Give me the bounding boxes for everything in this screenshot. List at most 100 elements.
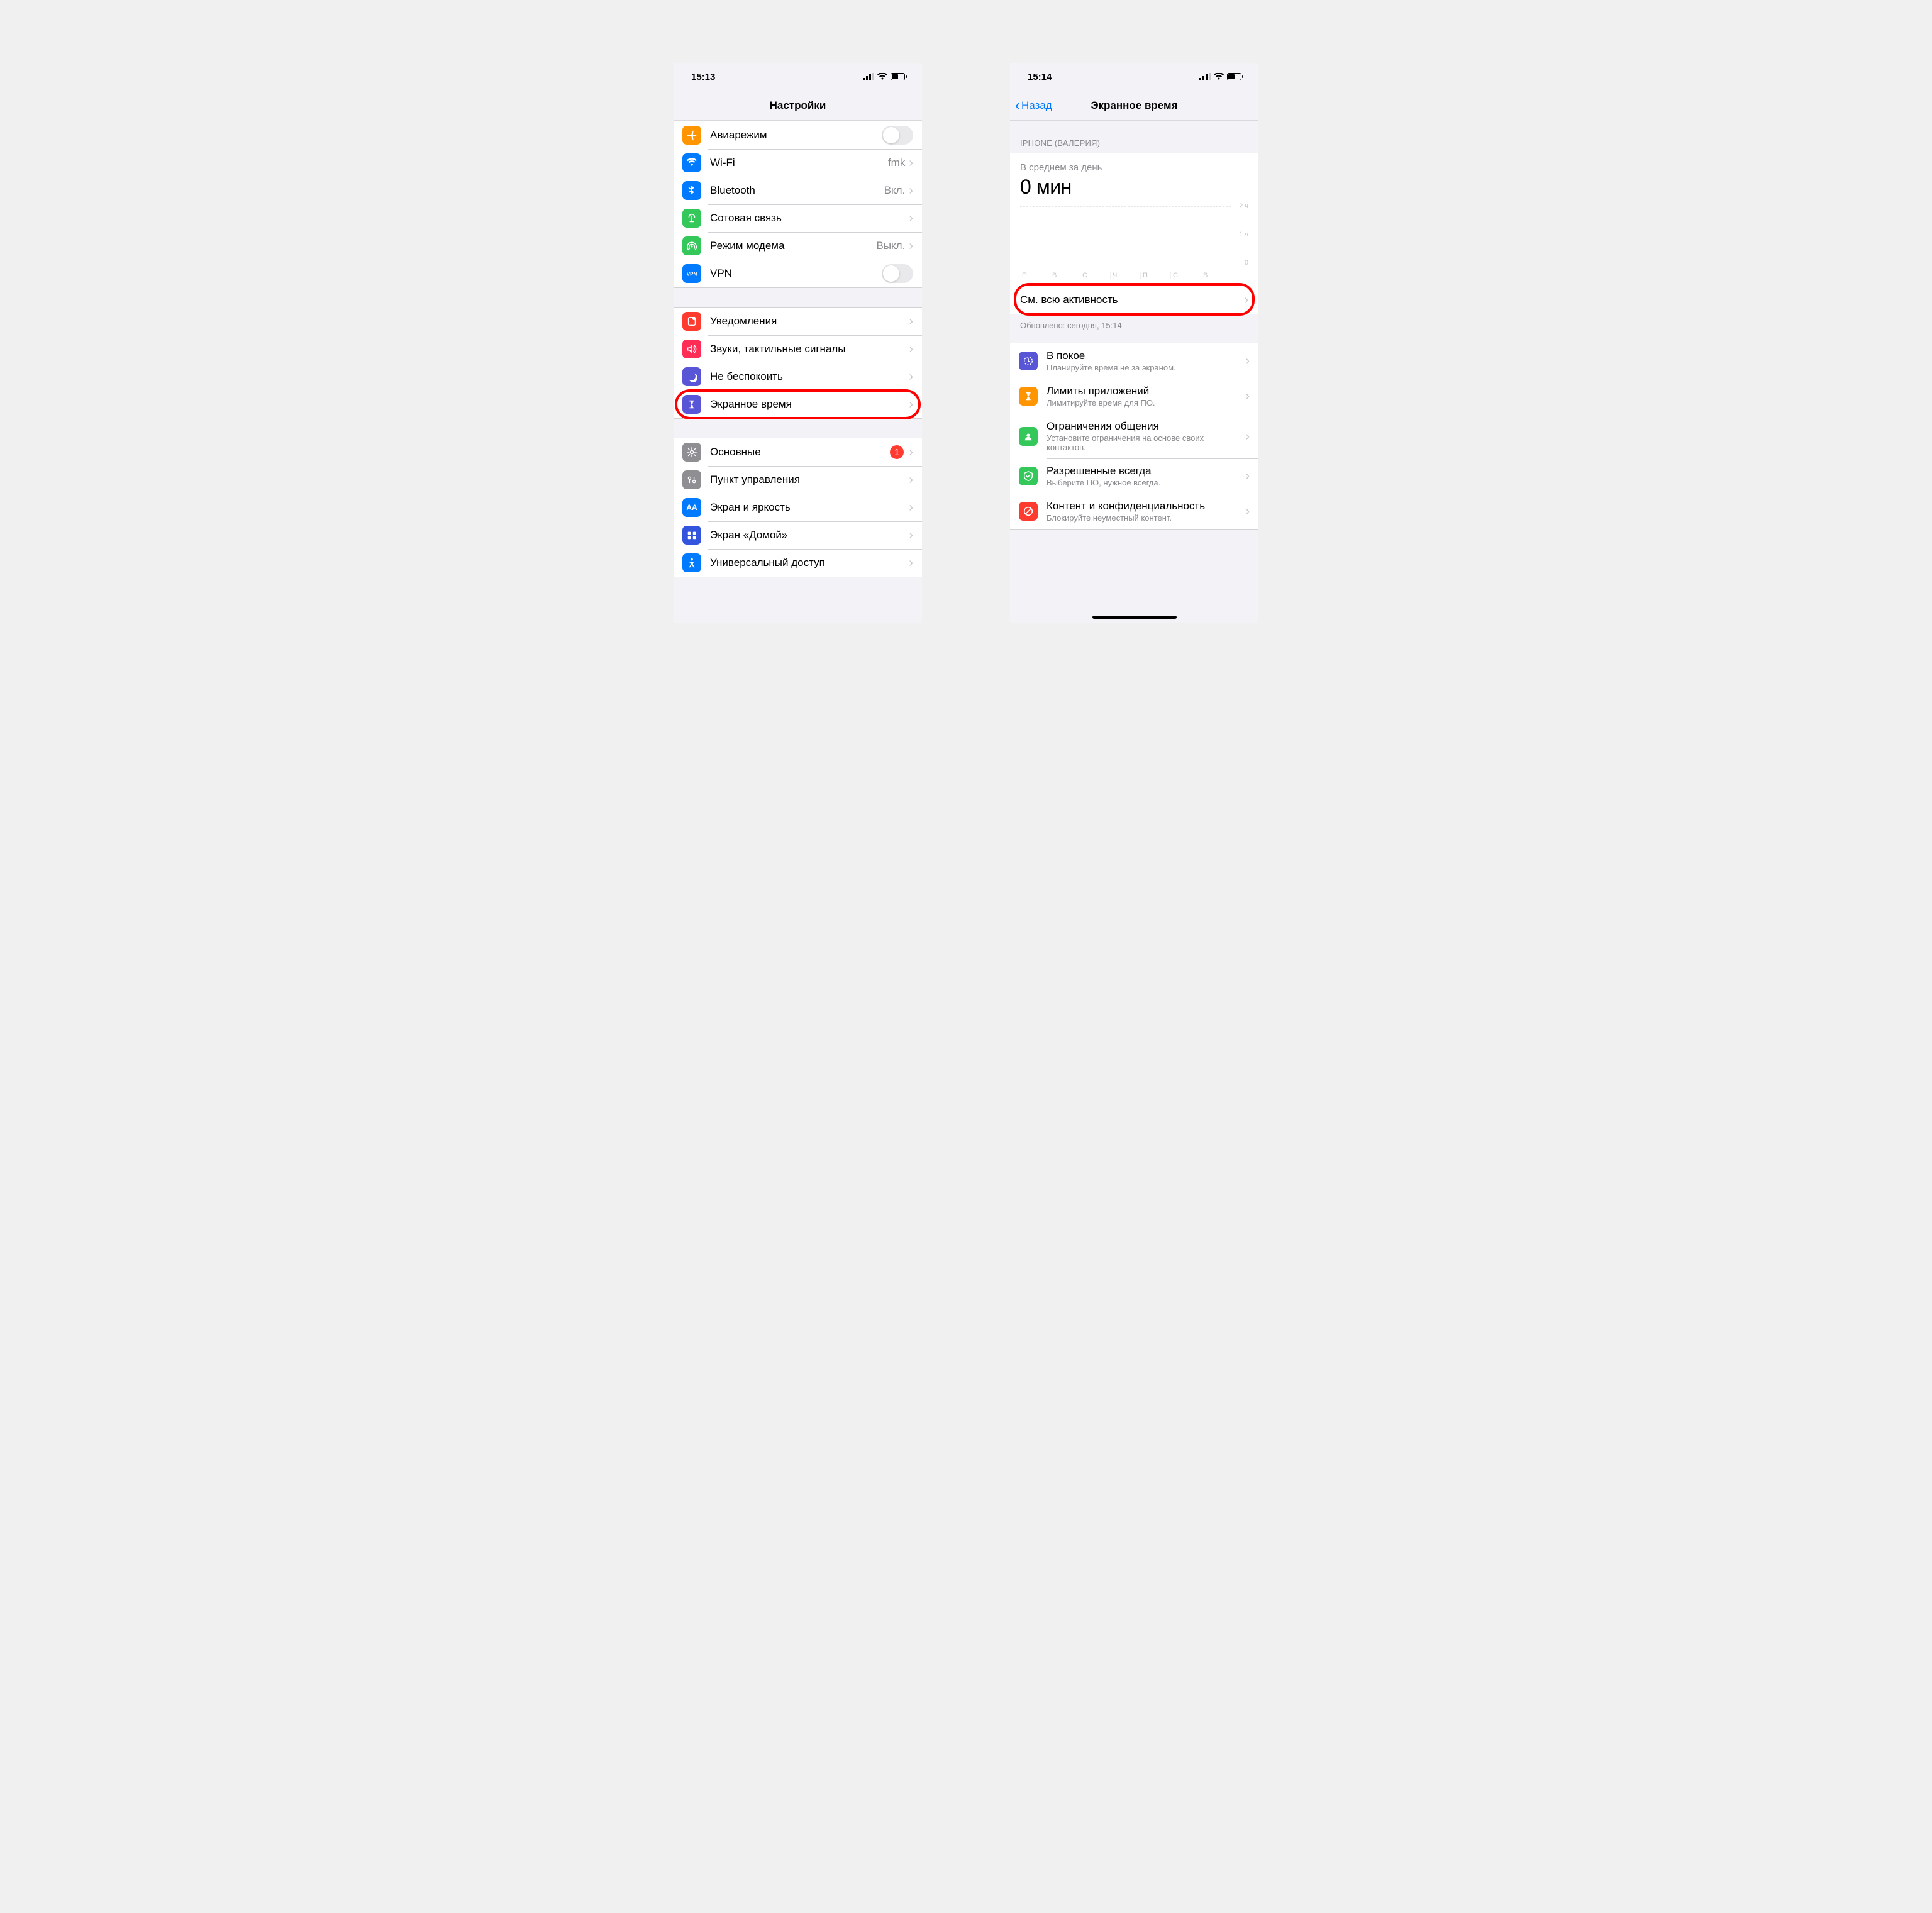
chevron-right-icon: › (909, 240, 913, 252)
option-subtitle: Лимитируйте время для ПО. (1046, 398, 1240, 408)
home-indicator (1092, 616, 1177, 619)
screentime-screen: 15:14 ‹ Назад Экранное время IPHONE (ВАЛ… (1010, 63, 1258, 623)
allowed-icon (1019, 467, 1038, 485)
accessibility-icon (682, 553, 701, 572)
option-subtitle: Установите ограничения на основе своих к… (1046, 433, 1240, 452)
screentime-icon (682, 395, 701, 414)
row-label: Экранное время (710, 398, 909, 411)
settings-group: Уведомления›Звуки, тактильные сигналы›Не… (674, 307, 922, 419)
settings-row-vpn[interactable]: VPNVPN (674, 260, 922, 287)
option-text: Лимиты приложенийЛимитируйте время для П… (1046, 385, 1245, 408)
bluetooth-icon (682, 181, 701, 200)
nav-bar: ‹ Назад Экранное время (1010, 91, 1258, 121)
battery-icon (891, 73, 907, 80)
option-text: Ограничения общенияУстановите ограничени… (1046, 420, 1245, 452)
wifi-icon (682, 153, 701, 172)
ytick: 1 ч (1239, 231, 1248, 238)
downtime-icon (1019, 352, 1038, 370)
option-row-commlimits[interactable]: Ограничения общенияУстановите ограничени… (1010, 414, 1258, 458)
cellular-signal-icon (1199, 73, 1211, 80)
wifi-icon (1214, 73, 1224, 80)
applimits-icon (1019, 387, 1038, 406)
back-button[interactable]: ‹ Назад (1015, 98, 1052, 113)
cellular-signal-icon (863, 73, 874, 80)
nav-title: Экранное время (1091, 99, 1177, 112)
row-label: Уведомления (710, 315, 909, 328)
average-label: В среднем за день (1020, 162, 1248, 173)
settings-row-notifications[interactable]: Уведомления› (674, 308, 922, 335)
settings-row-control[interactable]: Пункт управления› (674, 466, 922, 494)
settings-row-display[interactable]: AAЭкран и яркость› (674, 494, 922, 521)
control-icon (682, 470, 701, 489)
chevron-right-icon: › (909, 529, 913, 541)
option-title: В покое (1046, 350, 1240, 362)
settings-row-dnd[interactable]: Не беспокоить› (674, 363, 922, 391)
settings-row-sounds[interactable]: Звуки, тактильные сигналы› (674, 335, 922, 363)
settings-row-airplane[interactable]: Авиарежим (674, 121, 922, 149)
settings-row-screentime[interactable]: Экранное время› (674, 391, 922, 418)
settings-group: АвиарежимWi-Fifmk›BluetoothВкл.›Сотовая … (674, 121, 922, 288)
row-label: Основные (710, 446, 890, 458)
row-label: Сотовая связь (710, 212, 909, 225)
sounds-icon (682, 340, 701, 358)
day-label: С (1080, 272, 1110, 279)
updated-label: Обновлено: сегодня, 15:14 (1010, 314, 1258, 343)
settings-row-general[interactable]: Основные1› (674, 438, 922, 466)
display-icon: AA (682, 498, 701, 517)
row-label: Звуки, тактильные сигналы (710, 343, 909, 355)
option-text: Разрешенные всегдаВыберите ПО, нужное вс… (1046, 465, 1245, 487)
option-text: В покоеПланируйте время не за экраном. (1046, 350, 1245, 372)
status-bar: 15:14 (1010, 63, 1258, 91)
option-row-allowed[interactable]: Разрешенные всегдаВыберите ПО, нужное вс… (1010, 458, 1258, 494)
chevron-right-icon: › (909, 501, 913, 514)
commlimits-icon (1019, 427, 1038, 446)
see-all-activity-label: См. всю активность (1020, 294, 1118, 306)
row-value: Вкл. (884, 184, 906, 197)
day-label: Ч (1110, 272, 1140, 279)
chevron-right-icon: › (1245, 355, 1250, 367)
vpn-icon: VPN (682, 264, 701, 283)
option-text: Контент и конфиденциальностьБлокируйте н… (1046, 500, 1245, 523)
chevron-right-icon: › (909, 315, 913, 328)
option-subtitle: Блокируйте неуместный контент. (1046, 513, 1240, 523)
chevron-right-icon: › (909, 157, 913, 169)
option-row-downtime[interactable]: В покоеПланируйте время не за экраном.› (1010, 343, 1258, 379)
settings-row-hotspot[interactable]: Режим модемаВыкл.› (674, 232, 922, 260)
nav-bar: Настройки (674, 91, 922, 121)
option-row-applimits[interactable]: Лимиты приложенийЛимитируйте время для П… (1010, 379, 1258, 414)
chevron-right-icon: › (909, 370, 913, 383)
toggle-switch[interactable] (882, 126, 913, 145)
usage-chart: 2 ч 1 ч 0 (1020, 206, 1248, 269)
option-title: Ограничения общения (1046, 420, 1240, 433)
see-all-activity-row[interactable]: См. всю активность › (1010, 286, 1258, 314)
chevron-right-icon: › (1245, 430, 1250, 443)
toggle-switch[interactable] (882, 264, 913, 283)
option-title: Лимиты приложений (1046, 385, 1240, 397)
chevron-right-icon: › (909, 557, 913, 569)
chevron-right-icon: › (909, 343, 913, 355)
chevron-right-icon: › (909, 446, 913, 458)
day-label: П (1140, 272, 1170, 279)
hotspot-icon (682, 236, 701, 255)
settings-row-accessibility[interactable]: Универсальный доступ› (674, 549, 922, 577)
row-label: Экран «Домой» (710, 529, 909, 541)
status-time: 15:14 (1028, 72, 1052, 82)
option-title: Разрешенные всегда (1046, 465, 1240, 477)
row-label: Режим модема (710, 240, 876, 252)
settings-row-home[interactable]: Экран «Домой»› (674, 521, 922, 549)
ytick: 0 (1245, 259, 1248, 267)
settings-row-cellular[interactable]: Сотовая связь› (674, 204, 922, 232)
chevron-right-icon: › (909, 212, 913, 225)
wifi-icon (877, 73, 887, 80)
row-label: Авиарежим (710, 129, 882, 141)
row-label: Wi-Fi (710, 157, 888, 169)
settings-row-wifi[interactable]: Wi-Fifmk› (674, 149, 922, 177)
day-label: П (1020, 272, 1050, 279)
option-row-content[interactable]: Контент и конфиденциальностьБлокируйте н… (1010, 494, 1258, 529)
dnd-icon (682, 367, 701, 386)
chevron-right-icon: › (909, 184, 913, 197)
chevron-right-icon: › (1245, 470, 1250, 482)
chevron-right-icon: › (1244, 294, 1248, 306)
settings-row-bluetooth[interactable]: BluetoothВкл.› (674, 177, 922, 204)
chevron-right-icon: › (909, 474, 913, 486)
